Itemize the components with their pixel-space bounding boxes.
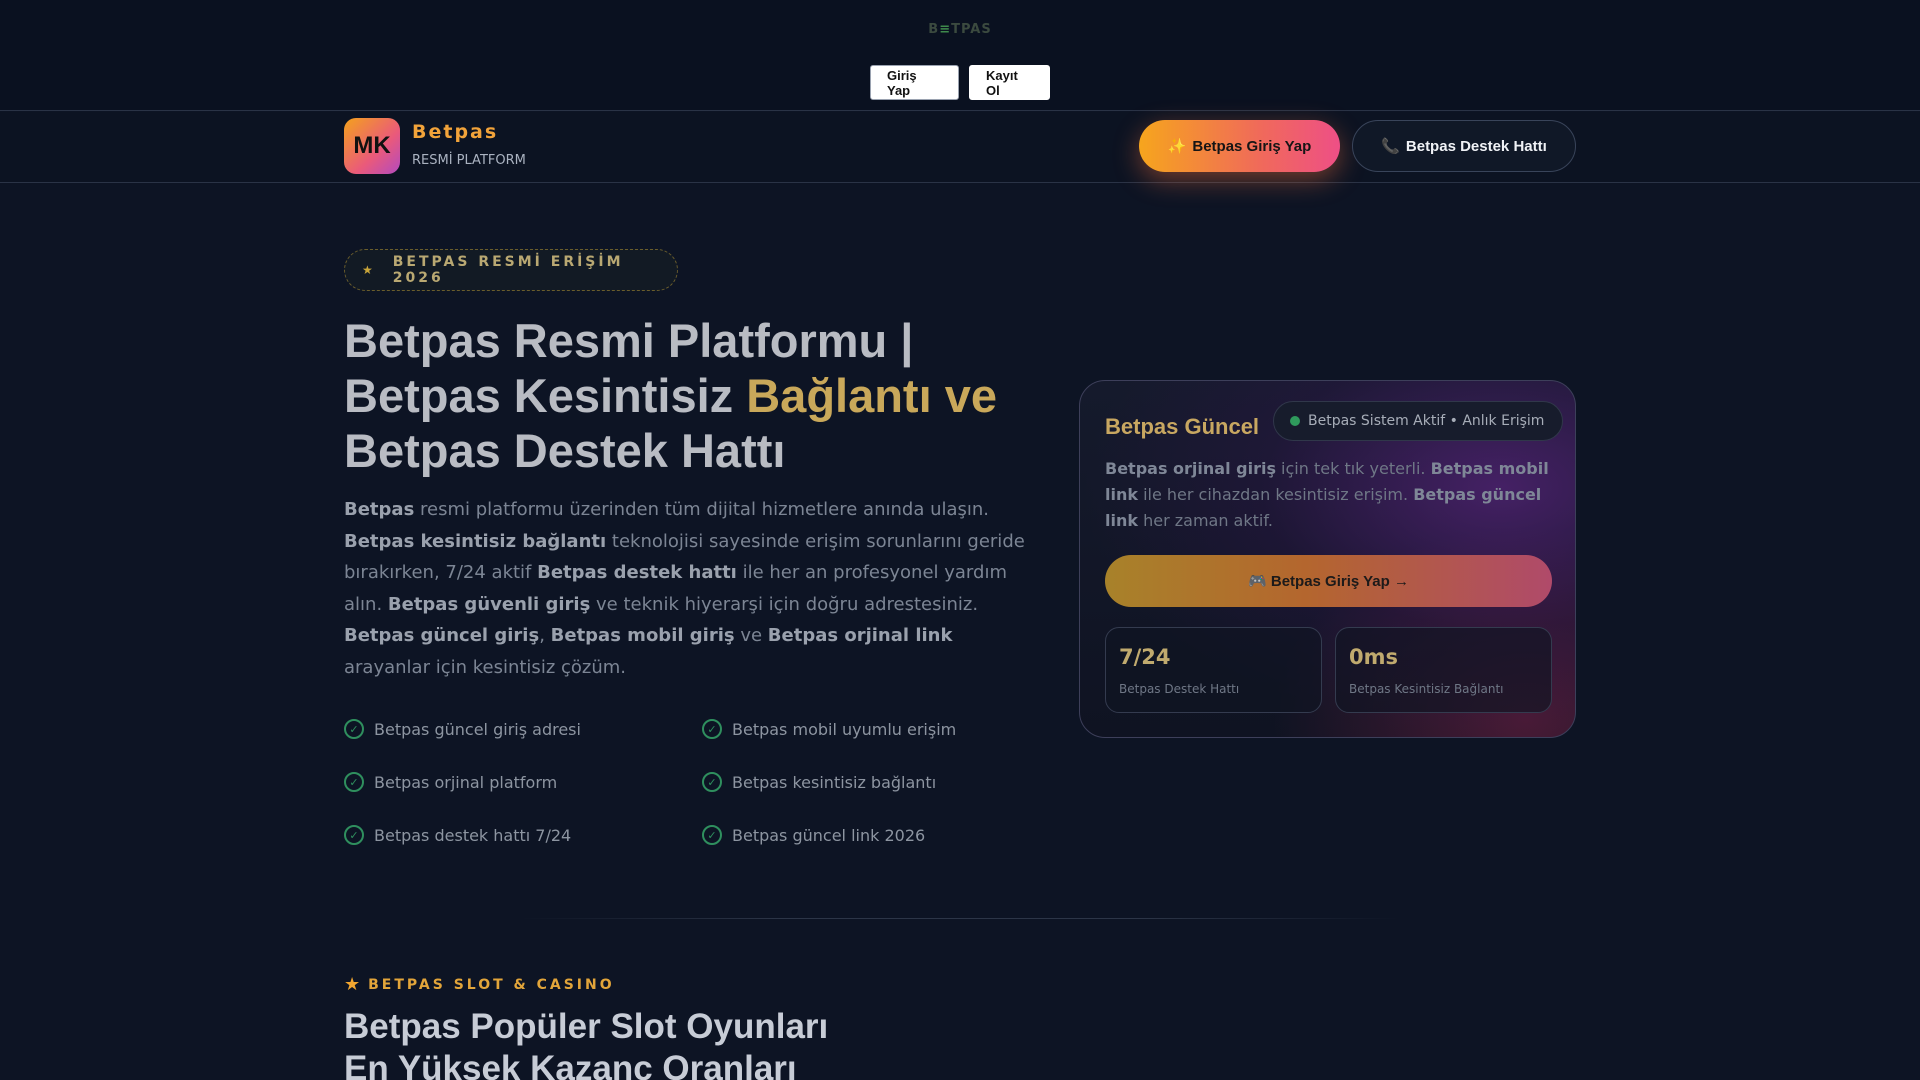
feature-label: Betpas kesintisiz bağlantı (732, 772, 937, 792)
stat-label: Betpas Kesintisiz Bağlantı (1349, 682, 1504, 696)
feature-list: ✓ Betpas güncel giriş adresi ✓ Betpas mo… (344, 718, 1064, 846)
brand-logo-suffix: TPAS (951, 22, 992, 37)
hero-badge: ★ BETPAS RESMİ ERİŞİM 2026 (344, 249, 678, 291)
hero-title-line-3: Betpas Destek Hattı (344, 424, 786, 477)
status-text: Betpas Sistem Aktif • Anlık Erişim (1308, 413, 1545, 429)
hero-desc-strong: Betpas mobil giriş (550, 625, 735, 647)
card-login-button[interactable]: 🎮 Betpas Giriş Yap → (1105, 555, 1552, 607)
star-icon: ★ (362, 263, 373, 277)
feature-item: ✓ Betpas güncel giriş adresi (344, 718, 702, 740)
star-icon: ★ (344, 974, 361, 995)
stat-label: Betpas Destek Hattı (1119, 682, 1240, 696)
stat-value: 7/24 (1119, 645, 1171, 669)
feature-item: ✓ Betpas mobil uyumlu erişim (702, 718, 1060, 740)
auth-buttons: Giriş Yap Kayıt Ol (870, 65, 1050, 100)
hero-desc-strong: Betpas güncel giriş (344, 625, 540, 647)
stat-card-support: 7/24 Betpas Destek Hattı (1105, 627, 1322, 713)
hero-title-line-2b: Bağlantı ve (746, 369, 997, 422)
site-subtitle: RESMİ PLATFORM (412, 153, 526, 168)
access-card: Betpas Güncel Betpas Sistem Aktif • Anlı… (1079, 380, 1576, 738)
feature-label: Betpas destek hattı 7/24 (374, 825, 572, 845)
status-dot-icon (1290, 416, 1300, 426)
feature-label: Betpas orjinal platform (374, 772, 558, 792)
card-desc-text: her zaman aktif. (1138, 511, 1273, 530)
brand-logo-mark: ≡ (939, 22, 952, 37)
brand-logo[interactable]: B≡TPAS (0, 22, 1920, 37)
site-name[interactable]: Betpas (412, 121, 498, 143)
hero-badge-text: BETPAS RESMİ ERİŞİM 2026 (392, 254, 624, 286)
hero-desc-strong: Betpas destek hattı (537, 562, 737, 584)
hero-title-line-1: Betpas Resmi Platformu | (344, 314, 914, 367)
header-support-label: Betpas Destek Hattı (1405, 137, 1547, 155)
header-login-button[interactable]: ✨ Betpas Giriş Yap (1139, 120, 1340, 172)
register-button[interactable]: Kayıt Ol (969, 65, 1050, 100)
header-support-button[interactable]: 📞 Betpas Destek Hattı (1352, 120, 1576, 172)
hero-desc-text: ve teknik hiyerarşi için doğru adrestesi… (590, 593, 979, 615)
hero-title-line-2a: Betpas Kesintisiz (344, 369, 747, 422)
section-tag: ★ BETPAS SLOT & CASINO (344, 976, 615, 994)
hero-title: Betpas Resmi Platformu | Betpas Kesintis… (344, 313, 1064, 478)
feature-item: ✓ Betpas destek hattı 7/24 (344, 824, 702, 846)
card-description: Betpas orjinal giriş için tek tık yeterl… (1105, 456, 1555, 534)
check-icon: ✓ (702, 719, 722, 739)
login-button[interactable]: Giriş Yap (870, 65, 959, 100)
check-icon: ✓ (702, 825, 722, 845)
header-login-label: Betpas Giriş Yap (1192, 137, 1312, 155)
card-desc-text: ile her cihazdan kesintisiz erişim. (1138, 485, 1414, 504)
hero-desc-strong: Betpas (344, 499, 415, 520)
feature-item: ✓ Betpas güncel link 2026 (702, 824, 1060, 846)
hero-desc-text: resmi platformu üzerinden tüm dijital hi… (414, 499, 990, 520)
check-icon: ✓ (344, 825, 364, 845)
hero-desc-text: ve (734, 625, 768, 647)
top-bar: B≡TPAS Giriş Yap Kayıt Ol (0, 0, 1920, 111)
section-divider (520, 918, 1400, 919)
feature-item: ✓ Betpas orjinal platform (344, 771, 702, 793)
check-icon: ✓ (344, 719, 364, 739)
phone-icon: 📞 (1381, 138, 1400, 155)
hero-desc-strong: Betpas güvenli giriş (387, 593, 591, 615)
section-title: Betpas Popüler Slot Oyunları En Yüksek K… (344, 1006, 1044, 1080)
stat-card-latency: 0ms Betpas Kesintisiz Bağlantı (1335, 627, 1552, 713)
brand-logo-prefix: B (928, 22, 940, 37)
hero-desc-text: arayanlar için kesintisiz çözüm. (344, 656, 627, 678)
card-desc-strong: Betpas orjinal giriş (1105, 459, 1276, 478)
feature-label: Betpas güncel link 2026 (732, 825, 926, 845)
check-icon: ✓ (702, 772, 722, 792)
hero-desc-strong: Betpas orjinal link (767, 625, 953, 647)
feature-label: Betpas güncel giriş adresi (374, 719, 581, 739)
section-title-line-1: Betpas Popüler Slot Oyunları (344, 1007, 829, 1046)
section-tag-text: BETPAS SLOT & CASINO (368, 977, 615, 993)
sparkles-icon: ✨ (1167, 138, 1187, 155)
feature-item: ✓ Betpas kesintisiz bağlantı (702, 771, 1060, 793)
status-badge: Betpas Sistem Aktif • Anlık Erişim (1273, 401, 1564, 441)
site-header: MK Betpas RESMİ PLATFORM ✨ Betpas Giriş … (0, 112, 1920, 183)
hero-description: Betpas resmi platformu üzerinden tüm dij… (344, 494, 1044, 684)
stat-value: 0ms (1349, 645, 1398, 669)
site-logo-badge[interactable]: MK (344, 118, 400, 174)
feature-label: Betpas mobil uyumlu erişim (732, 719, 957, 739)
hero-desc-strong: Betpas kesintisiz bağlantı (344, 530, 607, 552)
check-icon: ✓ (344, 772, 364, 792)
card-desc-text: için tek tık yeterli. (1275, 459, 1431, 478)
card-title: Betpas Güncel (1105, 414, 1260, 439)
hero-desc-text: , (539, 625, 551, 647)
section-title-line-2: En Yüksek Kazanç Oranları (344, 1049, 797, 1080)
